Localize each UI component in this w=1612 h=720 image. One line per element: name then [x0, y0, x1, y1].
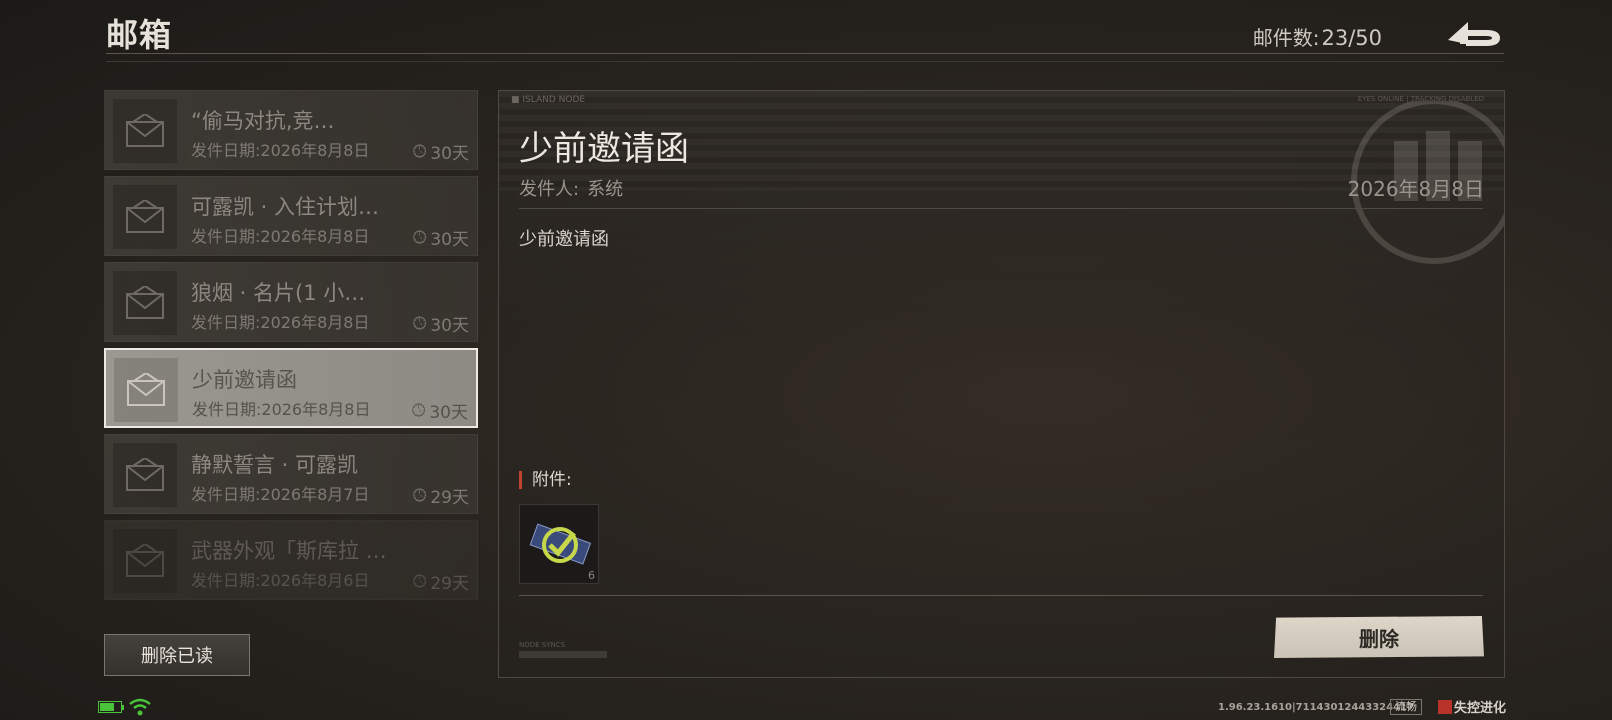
mail-expire: 🕓︎ 29天	[412, 483, 469, 509]
mail-sender: 发件人: 系统	[519, 175, 623, 201]
version-text: 1.96.23.1610|71143012443324417	[1218, 702, 1414, 713]
mail-expire: 🕓︎ 30天	[412, 225, 469, 251]
clock-icon: 🕓︎	[412, 141, 427, 162]
mail-date: 发件日期:2026年8月6日	[191, 571, 370, 590]
mail-subject: 可露凯 · 入住计划…	[191, 195, 380, 219]
panel-footer-tag: NODE SYNCS	[519, 641, 607, 658]
mail-expire-value: 30天	[430, 230, 469, 250]
attachments-label: 附件:	[519, 471, 572, 489]
header-divider	[106, 53, 1504, 54]
header-divider-secondary	[106, 61, 1504, 62]
battery-icon	[98, 701, 122, 713]
mail-title: 少前邀请函	[519, 129, 689, 169]
mail-date: 发件日期:2026年8月8日	[191, 141, 370, 160]
mail-subject: 少前邀请函	[192, 368, 297, 392]
game-logo: 失控进化	[1438, 697, 1506, 716]
sender-label: 发件人:	[519, 179, 580, 200]
envelope-open-icon	[114, 358, 178, 422]
battery-tip	[122, 705, 124, 710]
attachment-qty: 6	[588, 569, 595, 582]
delete-button[interactable]: 删除	[1274, 616, 1484, 658]
mail-count-value: 23/50	[1321, 26, 1382, 50]
envelope-icon	[113, 185, 177, 249]
mail-list-item[interactable]: “偷马对抗,竞… 发件日期:2026年8月8日 🕓︎ 30天	[104, 90, 478, 170]
mail-date-detail: 2026年8月8日	[1347, 177, 1484, 201]
mail-subject: “偷马对抗,竞…	[191, 109, 335, 133]
mail-detail-panel: ■ ISLAND NODE EYES ONLINE | TRACKING DIS…	[498, 90, 1505, 678]
page-title: 邮箱	[106, 16, 173, 54]
mail-date: 发件日期:2026年8月7日	[191, 485, 370, 504]
performance-badge: 流畅	[1390, 699, 1422, 715]
mail-list-item[interactable]: 可露凯 · 入住计划… 发件日期:2026年8月8日 🕓︎ 30天	[104, 176, 478, 256]
clock-icon: 🕓︎	[411, 400, 426, 421]
envelope-icon	[113, 99, 177, 163]
mail-date: 发件日期:2026年8月8日	[191, 227, 370, 246]
clock-icon: 🕓︎	[412, 571, 427, 592]
mail-date: 发件日期:2026年8月8日	[191, 313, 370, 332]
mail-body: 少前邀请函	[519, 229, 609, 250]
mail-expire-value: 30天	[430, 144, 469, 164]
mail-expire-value: 29天	[430, 574, 469, 594]
panel-corner-tag: ■ ISLAND NODE	[511, 95, 586, 105]
logo-mark-icon	[1438, 699, 1452, 714]
back-button[interactable]	[1446, 18, 1502, 48]
envelope-icon	[113, 529, 177, 593]
mail-count-label: 邮件数:	[1252, 26, 1320, 50]
clock-icon: 🕓︎	[412, 227, 427, 248]
mail-expire: 🕓︎ 29天	[412, 569, 469, 595]
attachment-item[interactable]: 6	[519, 504, 599, 584]
mail-expire-value: 29天	[430, 488, 469, 508]
mail-subject: 武器外观「斯库拉 …	[191, 539, 387, 563]
clock-icon: 🕓︎	[412, 313, 427, 334]
wifi-icon	[129, 698, 151, 716]
mail-expire: 🕓︎ 30天	[411, 398, 468, 424]
mail-list[interactable]: “偷马对抗,竞… 发件日期:2026年8月8日 🕓︎ 30天 可露凯 · 入住计划…	[104, 90, 478, 608]
mail-subject: 狼烟 · 名片(1 小…	[191, 281, 366, 305]
mail-list-item-selected[interactable]: 少前邀请函 发件日期:2026年8月8日 🕓︎ 30天	[104, 348, 478, 428]
mail-list-item[interactable]: 武器外观「斯库拉 … 发件日期:2026年8月6日 🕓︎ 29天	[104, 520, 478, 600]
envelope-icon	[113, 443, 177, 507]
mail-list-item[interactable]: 静默誓言 · 可露凯 发件日期:2026年8月7日 🕓︎ 29天	[104, 434, 478, 514]
back-arrow-icon	[1448, 22, 1500, 46]
sender-value: 系统	[587, 179, 624, 200]
detail-bottom-divider	[519, 595, 1483, 596]
mail-subject: 静默誓言 · 可露凯	[191, 453, 359, 477]
panel-footer-text: NODE SYNCS	[519, 641, 566, 649]
mail-count: 邮件数:23/50	[1253, 22, 1382, 51]
logo-text: 失控进化	[1454, 701, 1507, 716]
envelope-icon	[113, 271, 177, 335]
mail-expire: 🕓︎ 30天	[412, 139, 469, 165]
delete-read-button[interactable]: 删除已读	[104, 634, 250, 676]
mail-expire-value: 30天	[429, 403, 468, 423]
detail-divider	[519, 208, 1483, 209]
clock-icon: 🕓︎	[412, 485, 427, 506]
mail-list-item[interactable]: 狼烟 · 名片(1 小… 发件日期:2026年8月8日 🕓︎ 30天	[104, 262, 478, 342]
mail-expire: 🕓︎ 30天	[412, 311, 469, 337]
mail-expire-value: 30天	[430, 316, 469, 336]
mail-date: 发件日期:2026年8月8日	[192, 400, 371, 419]
